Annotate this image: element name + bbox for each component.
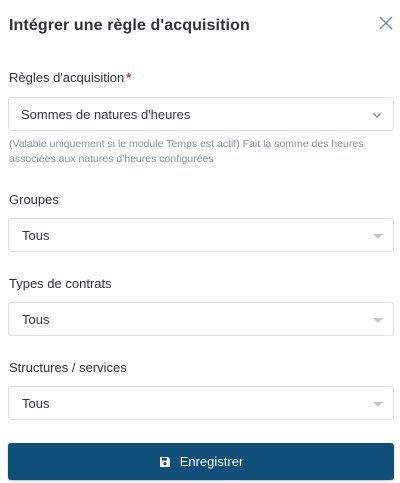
rule-help-text: (Valable uniquement si le module Temps e… (9, 138, 364, 165)
rule-select-value: Sommes de natures d'heures (21, 107, 191, 122)
rule-label-text: Règles d'acquisition (9, 70, 125, 85)
rule-select[interactable]: Sommes de natures d'heures (8, 97, 394, 131)
contract-types-select[interactable]: Tous (8, 302, 394, 336)
contract-types-select-value: Tous (22, 312, 50, 327)
close-button[interactable] (376, 13, 396, 33)
groups-field-label: Groupes (9, 192, 59, 207)
groups-select[interactable]: Tous (8, 218, 394, 252)
structures-select[interactable]: Tous (8, 386, 394, 420)
contract-types-field-label: Types de contrats (9, 276, 112, 291)
chevron-down-icon (373, 113, 381, 118)
dialog-title: Intégrer une règle d'acquisition (9, 17, 250, 34)
caret-down-icon (373, 234, 383, 239)
floppy-disk-icon (159, 456, 171, 468)
save-button[interactable]: Enregistrer (8, 443, 394, 480)
dialog-header: Intégrer une règle d'acquisition (0, 0, 400, 52)
save-button-label: Enregistrer (179, 454, 244, 469)
caret-down-icon (373, 402, 383, 407)
close-icon (379, 16, 393, 30)
required-mark: * (126, 70, 132, 85)
acquisition-rule-dialog: Intégrer une règle d'acquisition Règles … (0, 0, 400, 483)
structures-select-value: Tous (22, 396, 50, 411)
rule-field-label: Règles d'acquisition * (9, 70, 131, 85)
groups-select-value: Tous (22, 228, 50, 243)
caret-down-icon (373, 318, 383, 323)
structures-field-label: Structures / services (9, 360, 127, 375)
